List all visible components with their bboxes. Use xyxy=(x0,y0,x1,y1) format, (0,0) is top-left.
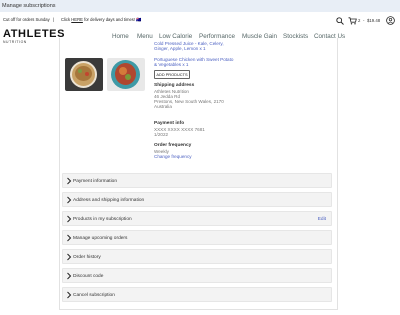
chevron-right-icon xyxy=(67,291,72,299)
cart-count[interactable]: 2 xyxy=(358,18,360,23)
product-line-juice[interactable]: Cold Pressed Juice - Kale, Celery, Ginge… xyxy=(154,41,234,52)
accordion-payment-information[interactable]: Payment information xyxy=(62,173,332,188)
shipping-label: Shipping address xyxy=(154,83,195,88)
accordion-order-history[interactable]: Order history xyxy=(62,249,332,264)
cutoff-text: Cut off for orders Sunday xyxy=(3,17,50,22)
australia-flag-icon: 🇦🇺 xyxy=(136,17,142,22)
product-image-juice xyxy=(65,58,103,91)
delivery-suffix: for delivery days and times! xyxy=(84,17,136,22)
chevron-right-icon xyxy=(67,234,72,242)
chevron-right-icon xyxy=(67,215,72,223)
product-line-chicken[interactable]: Portuguese Chicken with Sweet Potato & V… xyxy=(154,57,234,68)
accordion-label: Order history xyxy=(73,254,101,260)
accordion-products-in-subscription[interactable]: Products in my subscription Edit xyxy=(62,211,332,226)
accordion-address-shipping[interactable]: Address and shipping information xyxy=(62,192,332,207)
header-actions: 2 - $19.48 xyxy=(334,16,400,26)
payment-expiry: 1/2022 xyxy=(154,132,169,137)
user-icon[interactable] xyxy=(386,16,395,25)
payment-label: Payment info xyxy=(154,121,185,126)
cart-icon[interactable] xyxy=(348,17,357,25)
announcement-separator: | xyxy=(53,17,55,22)
cart-separator: - xyxy=(363,18,365,23)
accordion-manage-upcoming-orders[interactable]: Manage upcoming orders xyxy=(62,230,332,245)
search-icon[interactable] xyxy=(336,17,344,25)
cart-total[interactable]: $19.48 xyxy=(367,18,380,23)
delivery-link[interactable]: HERE xyxy=(71,17,83,22)
tab-title: Manage subscriptions xyxy=(0,0,400,12)
accordion-label: Payment information xyxy=(73,178,117,184)
chevron-right-icon xyxy=(67,253,72,261)
accordion-label: Address and shipping information xyxy=(73,197,145,203)
accordion-label: Cancel subscription xyxy=(73,292,115,298)
shipping-line-4: Australia xyxy=(154,104,172,109)
delivery-text: Click HERE for delivery days and times! … xyxy=(61,17,141,23)
chevron-right-icon xyxy=(67,196,72,204)
edit-products-link[interactable]: Edit xyxy=(318,217,326,222)
brand-name: ATHLETES xyxy=(3,28,66,40)
change-frequency-link[interactable]: Change frequency xyxy=(154,154,192,159)
chevron-right-icon xyxy=(67,177,72,185)
delivery-prefix: Click xyxy=(61,17,71,22)
brand-tagline: NUTRITION xyxy=(3,40,27,44)
brand-logo[interactable]: ATHLETES NUTRITION xyxy=(3,28,66,45)
add-products-button[interactable]: ADD PRODUCTS xyxy=(154,70,190,79)
accordion-cancel-subscription[interactable]: Cancel subscription xyxy=(62,287,332,302)
accordion-label: Discount code xyxy=(73,273,104,279)
accordion-label: Manage upcoming orders xyxy=(73,235,128,241)
product-image-chicken xyxy=(107,58,145,91)
frequency-label: Order frequency xyxy=(154,143,192,148)
accordion-discount-code[interactable]: Discount code xyxy=(62,268,332,283)
accordion-label: Products in my subscription xyxy=(73,216,132,222)
chevron-right-icon xyxy=(67,272,72,280)
